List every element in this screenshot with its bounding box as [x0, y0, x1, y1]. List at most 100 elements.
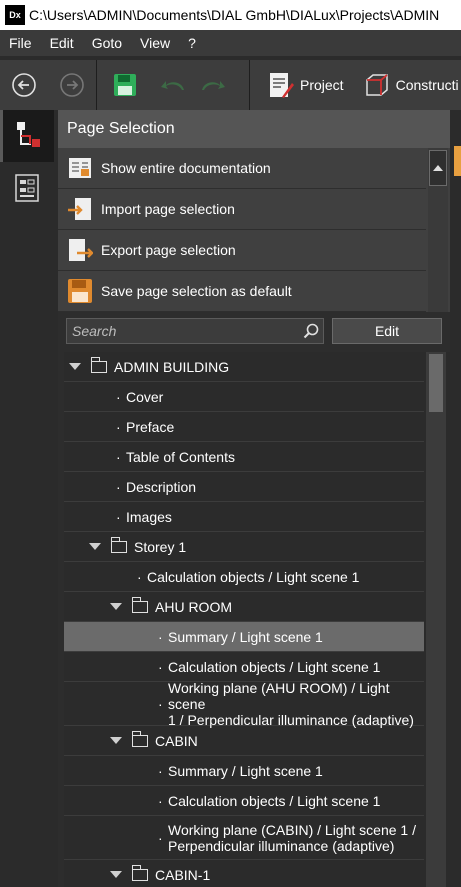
dialux-app-icon: Dx — [5, 5, 25, 25]
scroll-up-button[interactable] — [429, 150, 447, 186]
page-layout-tab[interactable] — [0, 162, 54, 214]
import-icon — [68, 198, 91, 220]
panel-title: Page Selection — [58, 110, 450, 148]
bullet: · — [158, 792, 163, 809]
tree-node-label-line2: Perpendicular illuminance (adaptive) — [168, 837, 395, 854]
show-entire-documentation-button[interactable]: Show entire documentation — [58, 148, 426, 189]
bullet: · — [116, 508, 121, 525]
tree-node-page[interactable]: · Calculation objects / Light scene 1 — [64, 562, 424, 592]
tree-node-label: Summary / Light scene 1 — [168, 762, 323, 779]
action-label: Export page selection — [101, 242, 236, 258]
actions-scrollbar[interactable] — [428, 148, 448, 312]
bullet: · — [137, 568, 142, 585]
menu-view[interactable]: View — [131, 35, 179, 51]
action-label: Show entire documentation — [101, 160, 271, 176]
tree-node-label: Storey 1 — [134, 538, 187, 555]
tree-node-label: Calculation objects / Light scene 1 — [168, 658, 381, 675]
tree-node-label: Calculation objects / Light scene 1 — [147, 568, 360, 585]
tree-node-page[interactable]: · Working plane (CABIN) / Light scene 1 … — [64, 816, 424, 860]
menu-file[interactable]: File — [0, 35, 41, 51]
tree-node-folder[interactable]: Storey 1 — [64, 532, 424, 562]
folder-icon — [110, 536, 127, 553]
tree-node-label: Images — [126, 508, 172, 525]
action-label: Save page selection as default — [101, 283, 292, 299]
document-tab-marker[interactable] — [454, 146, 461, 176]
bullet: · — [158, 695, 163, 712]
action-label: Import page selection — [101, 201, 235, 217]
tree-node-page[interactable]: · Table of Contents — [64, 442, 424, 472]
page-tree-tab[interactable] — [0, 110, 54, 162]
tree-node-label: Summary / Light scene 1 — [168, 628, 323, 645]
back-arrow-icon — [12, 73, 36, 97]
tree-node-folder[interactable]: CABIN — [64, 726, 424, 756]
construction-cube-icon — [365, 74, 388, 96]
tree-node-folder[interactable]: CABIN-1 — [64, 860, 424, 887]
save-button[interactable] — [97, 73, 153, 97]
toolbar: Project Constructi — [0, 60, 461, 110]
window-title: C:\Users\ADMIN\Documents\DIAL GmbH\DIALu… — [29, 7, 440, 23]
tree-node-label: Preface — [126, 418, 175, 435]
search-icon — [303, 323, 319, 339]
menu-bar: File Edit Goto View ? — [0, 30, 461, 56]
tree-node-page[interactable]: · Calculation objects / Light scene 1 — [64, 786, 424, 816]
tree-node-page[interactable]: · Preface — [64, 412, 424, 442]
construction-label: Constructi — [395, 77, 459, 93]
redo-button[interactable] — [193, 76, 233, 94]
search-box[interactable] — [66, 318, 324, 344]
tree-scrollbar[interactable] — [426, 352, 446, 887]
chevron-down-icon[interactable] — [110, 603, 122, 610]
tree-node-label: Cover — [126, 388, 164, 405]
bullet: · — [158, 658, 163, 675]
tree-node-page[interactable]: · Summary / Light scene 1 — [64, 756, 424, 786]
search-row: Edit — [58, 312, 450, 350]
scrollbar-thumb[interactable] — [429, 354, 443, 412]
page-tree: ADMIN BUILDING · Cover · Preface · Table… — [64, 352, 450, 887]
menu-help[interactable]: ? — [179, 35, 205, 51]
project-button[interactable]: Project — [250, 71, 344, 99]
tree-node-page[interactable]: · Working plane (AHU ROOM) / Light scene… — [64, 680, 424, 728]
construction-button[interactable]: Constructi — [344, 72, 459, 98]
edit-button[interactable]: Edit — [332, 318, 442, 344]
tree-hierarchy-icon — [16, 122, 40, 147]
tree-node-folder[interactable]: ADMIN BUILDING — [64, 352, 424, 382]
export-page-selection-button[interactable]: Export page selection — [58, 230, 426, 271]
tree-node-label-line1: Working plane (AHU ROOM) / Light scene — [168, 679, 390, 712]
tree-node-folder[interactable]: AHU ROOM — [64, 592, 424, 622]
folder-icon — [131, 864, 148, 881]
forward-arrow-icon — [60, 73, 84, 97]
tree-node-page[interactable]: · Images — [64, 502, 424, 532]
folder-icon — [131, 730, 148, 747]
bullet: · — [116, 418, 121, 435]
chevron-down-icon[interactable] — [69, 363, 81, 370]
save-page-selection-default-button[interactable]: Save page selection as default — [58, 271, 426, 312]
bullet: · — [116, 478, 121, 495]
chevron-down-icon[interactable] — [110, 737, 122, 744]
page-selection-panel: Page Selection Show entire documentation… — [58, 110, 450, 887]
tree-node-label: Calculation objects / Light scene 1 — [168, 792, 381, 809]
chevron-down-icon[interactable] — [110, 871, 122, 878]
save-default-icon — [68, 279, 92, 303]
project-label: Project — [300, 77, 344, 93]
tree-node-page-selected[interactable]: · Summary / Light scene 1 — [64, 622, 424, 652]
redo-icon — [202, 81, 225, 90]
tree-node-page[interactable]: · Cover — [64, 382, 424, 412]
tree-node-page[interactable]: · Calculation objects / Light scene 1 — [64, 652, 424, 682]
tree-node-page[interactable]: · Description — [64, 472, 424, 502]
menu-edit[interactable]: Edit — [41, 35, 83, 51]
back-button[interactable] — [0, 72, 48, 98]
chevron-down-icon[interactable] — [89, 543, 101, 550]
bullet: · — [158, 762, 163, 779]
bullet: · — [116, 388, 121, 405]
page-layout-icon — [15, 174, 39, 202]
undo-button[interactable] — [153, 76, 193, 94]
title-bar: Dx C:\Users\ADMIN\Documents\DIAL GmbH\DI… — [0, 0, 461, 30]
export-icon — [69, 239, 93, 261]
import-page-selection-button[interactable]: Import page selection — [58, 189, 426, 230]
search-input[interactable] — [72, 323, 292, 339]
tree-node-label: CABIN — [155, 732, 198, 749]
tree-node-label: ADMIN BUILDING — [114, 358, 230, 375]
forward-button[interactable] — [48, 72, 96, 98]
tree-node-label: Working plane (AHU ROOM) / Light scene 1… — [168, 680, 424, 728]
menu-goto[interactable]: Goto — [83, 35, 131, 51]
actions-list: Show entire documentation Import page se… — [58, 148, 450, 312]
